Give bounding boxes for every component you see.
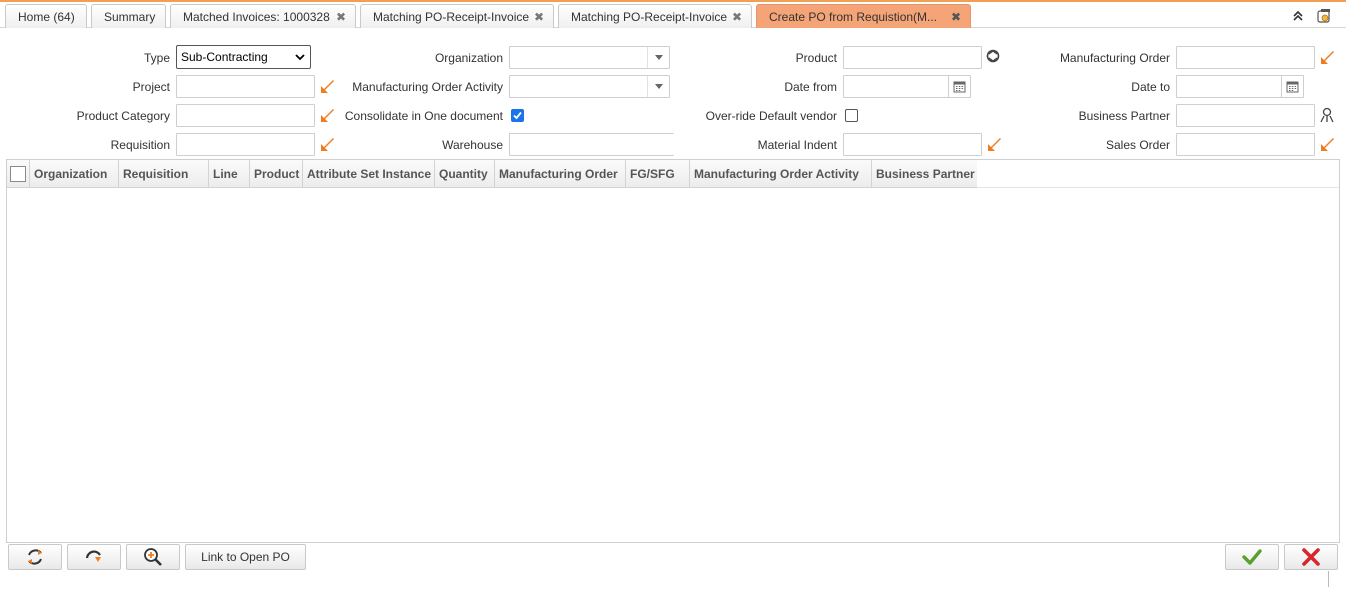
override-vendor-label: Over-ride Default vendor bbox=[705, 109, 837, 123]
tab-label: Summary bbox=[104, 9, 156, 24]
business-partner-icon[interactable] bbox=[1318, 106, 1336, 124]
product-category-input[interactable] bbox=[176, 104, 315, 127]
chevron-down-icon[interactable] bbox=[647, 76, 669, 97]
chevron-down-icon bbox=[295, 54, 305, 61]
tab-label: Home (64) bbox=[18, 9, 75, 24]
project-label: Project bbox=[132, 80, 170, 94]
tab-label: Matching PO-Receipt-Invoice bbox=[571, 9, 728, 24]
search-icon[interactable] bbox=[318, 106, 336, 124]
organization-label: Organization bbox=[434, 51, 503, 65]
product-category-label: Product Category bbox=[76, 109, 170, 123]
product-search-icon[interactable] bbox=[985, 48, 1003, 66]
tab-summary[interactable]: Summary bbox=[91, 4, 166, 28]
material-indent-input[interactable] bbox=[843, 133, 982, 156]
calendar-icon[interactable] bbox=[1281, 76, 1303, 97]
override-vendor-checkbox[interactable] bbox=[845, 109, 858, 122]
tab-label: Matching PO-Receipt-Invoice bbox=[373, 9, 530, 24]
chevron-down-icon[interactable] bbox=[647, 47, 669, 68]
organization-combo[interactable] bbox=[509, 46, 670, 69]
calendar-icon[interactable] bbox=[948, 76, 970, 97]
business-partner-input[interactable] bbox=[1176, 104, 1315, 127]
business-partner-label: Business Partner bbox=[1078, 109, 1170, 123]
close-icon[interactable]: ✖ bbox=[534, 10, 544, 24]
requisition-label: Requisition bbox=[110, 138, 170, 152]
column-header-attribute-set-instance[interactable]: Attribute Set Instance bbox=[303, 160, 435, 188]
search-icon[interactable] bbox=[985, 135, 1003, 153]
search-icon[interactable] bbox=[318, 135, 336, 153]
search-icon[interactable] bbox=[1318, 135, 1336, 153]
manufacturing-order-label: Manufacturing Order bbox=[1059, 51, 1170, 65]
warehouse-label: Warehouse bbox=[442, 138, 503, 152]
cancel-button[interactable] bbox=[1284, 544, 1338, 570]
requisition-grid: Organization Requisition Line Product At… bbox=[6, 159, 1340, 543]
manufacturing-order-input[interactable] bbox=[1176, 46, 1315, 69]
sales-order-input[interactable] bbox=[1176, 133, 1315, 156]
zoom-button[interactable] bbox=[126, 544, 180, 570]
date-from-input[interactable] bbox=[843, 75, 971, 98]
select-all-cell bbox=[7, 160, 30, 187]
project-input[interactable] bbox=[176, 75, 315, 98]
sales-order-label: Sales Order bbox=[1105, 138, 1170, 152]
date-from-label: Date from bbox=[784, 80, 837, 94]
material-indent-label: Material Indent bbox=[757, 138, 837, 152]
column-header-product[interactable]: Product bbox=[250, 160, 303, 188]
mo-activity-label: Manufacturing Order Activity bbox=[352, 80, 503, 94]
product-label: Product bbox=[795, 51, 837, 65]
product-input[interactable] bbox=[843, 46, 982, 69]
tab-create-po-from-requisition[interactable]: Create PO from Requistion(M... ✖ bbox=[756, 4, 971, 28]
requisition-input[interactable] bbox=[176, 133, 315, 156]
close-icon[interactable]: ✖ bbox=[951, 10, 961, 24]
refresh-button[interactable] bbox=[8, 544, 62, 570]
column-header-requisition[interactable]: Requisition bbox=[119, 160, 209, 188]
window-icon[interactable] bbox=[1316, 8, 1332, 24]
refresh-icon bbox=[28, 549, 42, 565]
collapse-icon[interactable] bbox=[1290, 8, 1306, 24]
tab-matched-invoices[interactable]: Matched Invoices: 1000328 ✖ bbox=[170, 4, 356, 28]
redo-icon bbox=[85, 550, 101, 562]
tab-home[interactable]: Home (64) bbox=[5, 4, 87, 28]
divider bbox=[1328, 571, 1329, 587]
mo-activity-combo[interactable] bbox=[509, 75, 670, 98]
tab-label: Matched Invoices: 1000328 bbox=[183, 9, 330, 24]
link-to-open-po-label: Link to Open PO bbox=[201, 550, 290, 564]
tab-matching-po-receipt-invoice-1[interactable]: Matching PO-Receipt-Invoice ✖ bbox=[360, 4, 554, 28]
ok-icon bbox=[1242, 549, 1262, 565]
column-header-business-partner[interactable]: Business Partner bbox=[872, 160, 977, 188]
close-icon[interactable]: ✖ bbox=[732, 10, 742, 24]
column-header-manufacturing-order[interactable]: Manufacturing Order bbox=[495, 160, 626, 188]
column-header-fg-sfg[interactable]: FG/SFG bbox=[626, 160, 690, 188]
consolidate-label: Consolidate in One document bbox=[344, 109, 503, 123]
type-select-value: Sub-Contracting bbox=[181, 50, 268, 64]
column-header-line[interactable]: Line bbox=[209, 160, 250, 188]
column-header-manufacturing-order-activity[interactable]: Manufacturing Order Activity bbox=[690, 160, 872, 188]
redo-button[interactable] bbox=[67, 544, 121, 570]
search-icon[interactable] bbox=[318, 77, 336, 95]
cancel-icon bbox=[1302, 548, 1320, 566]
date-to-label: Date to bbox=[1131, 80, 1170, 94]
column-header-quantity[interactable]: Quantity bbox=[435, 160, 495, 188]
zoom-icon bbox=[144, 548, 162, 566]
checkmark-icon bbox=[513, 111, 522, 120]
grid-header: Organization Requisition Line Product At… bbox=[7, 160, 977, 188]
date-to-input[interactable] bbox=[1176, 75, 1304, 98]
close-icon[interactable]: ✖ bbox=[336, 10, 346, 24]
type-select[interactable]: Sub-Contracting bbox=[176, 45, 311, 69]
tab-bar: Home (64) Summary Matched Invoices: 1000… bbox=[0, 2, 1346, 28]
column-header-organization[interactable]: Organization bbox=[30, 160, 119, 188]
tab-matching-po-receipt-invoice-2[interactable]: Matching PO-Receipt-Invoice ✖ bbox=[558, 4, 752, 28]
consolidate-checkbox[interactable] bbox=[511, 109, 524, 122]
search-icon[interactable] bbox=[1318, 48, 1336, 66]
select-all-checkbox[interactable] bbox=[10, 165, 26, 182]
link-to-open-po-button[interactable]: Link to Open PO bbox=[185, 544, 306, 570]
tab-label: Create PO from Requistion(M... bbox=[769, 9, 938, 24]
warehouse-input[interactable] bbox=[509, 133, 674, 156]
type-label: Type bbox=[143, 51, 170, 65]
grid-header-filler bbox=[977, 160, 1339, 188]
ok-button[interactable] bbox=[1225, 544, 1279, 570]
